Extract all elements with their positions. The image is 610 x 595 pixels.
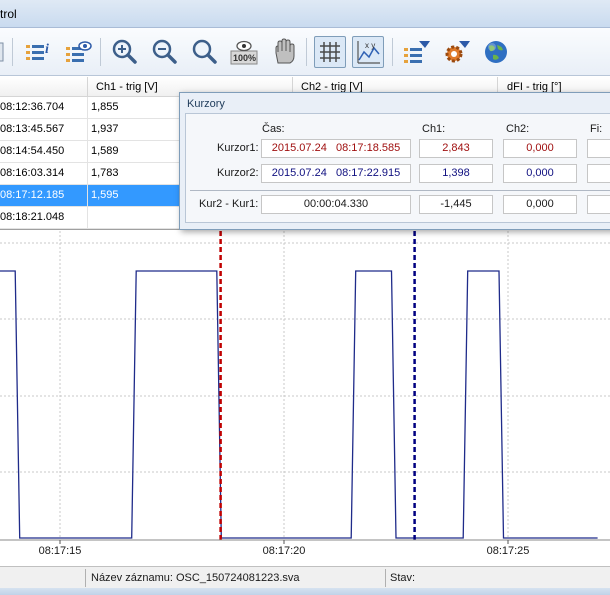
- globe-icon: [485, 41, 507, 63]
- diff-time-field: 00:00:04.330: [261, 195, 411, 214]
- kurzor2-time-field: 2015.07.24 08:17:22.915: [261, 164, 411, 183]
- window-bottom-edge: [0, 588, 610, 595]
- toolbar-separator: [392, 38, 393, 66]
- list-info-icon: i: [26, 42, 49, 60]
- globe-button[interactable]: [480, 36, 512, 68]
- zoom-in-icon: [112, 39, 137, 64]
- cell-ch1: 1,855: [91, 101, 119, 113]
- xy-chart-icon: x y: [357, 41, 380, 64]
- zoom-100-icon: 100%: [230, 40, 258, 65]
- cell-time: 08:13:45.567: [0, 123, 65, 135]
- kurzor1-ch2-field: 0,000: [503, 139, 577, 158]
- application-window: trol i 100% x y Ch1 - trig [V] Ch2 - tri…: [0, 0, 610, 595]
- status-bar: Název záznamu: OSC_150724081223.sva Stav…: [0, 566, 610, 588]
- cursors-dialog: Kurzory Čas: Ch1: Ch2: Fi: Kurzor1: 2015…: [179, 92, 610, 230]
- kurzor2-ch2-field: 0,000: [503, 164, 577, 183]
- kurzor2-time: 08:17:22.915: [336, 167, 401, 179]
- chart-plot[interactable]: 08:17:15 08:17:20 08:17:25: [0, 231, 610, 564]
- kurzor1-fi-field: [587, 139, 610, 158]
- header-fi: Fi:: [590, 123, 603, 135]
- grid-toggle-button[interactable]: [314, 36, 346, 68]
- cell-time: 08:18:21.048: [0, 211, 65, 223]
- list-view-button[interactable]: [62, 36, 94, 68]
- zoom-100-button[interactable]: 100%: [228, 36, 260, 68]
- cell-time: 08:14:54.450: [0, 145, 65, 157]
- cursors-panel: Čas: Ch1: Ch2: Fi: Kurzor1: 2015.07.24 0…: [185, 113, 610, 223]
- status-record-name: Název záznamu: OSC_150724081223.sva: [91, 572, 300, 584]
- settings-gear-icon: [445, 41, 470, 63]
- list-filter-button[interactable]: [400, 36, 432, 68]
- list-info-button[interactable]: i: [22, 36, 54, 68]
- toolbar-separator: [12, 38, 13, 66]
- cell-time: 08:16:03.314: [0, 167, 65, 179]
- title-bar: trol: [0, 0, 610, 28]
- list-view-icon: [66, 41, 92, 62]
- xy-chart-button[interactable]: x y: [352, 36, 384, 68]
- cell-ch1: 1,783: [91, 167, 119, 179]
- oscilloscope-chart[interactable]: 08:17:15 08:17:20 08:17:25: [0, 231, 610, 564]
- status-state: Stav:: [390, 572, 416, 584]
- grid-icon: [320, 42, 340, 62]
- kurzor2-date: 2015.07.24: [271, 167, 327, 179]
- kurzor2-label: Kurzor2:: [217, 167, 259, 179]
- column-divider: [87, 77, 88, 97]
- header-ch2: Ch2:: [506, 123, 530, 135]
- list-filter-icon: [404, 41, 430, 63]
- kurzor1-time-field: 2015.07.24 08:17:18.585: [261, 139, 411, 158]
- toolbar-separator: [306, 38, 307, 66]
- kurzor1-time: 08:17:18.585: [336, 142, 401, 154]
- diff-label: Kur2 - Kur1:: [199, 198, 259, 210]
- zoom-out-icon: [152, 39, 177, 64]
- cell-time: 08:12:36.704: [0, 101, 65, 113]
- kurzor2-ch1-field: 1,398: [419, 164, 493, 183]
- kurzor2-fi-field: [587, 164, 610, 183]
- diff-ch1-field: -1,445: [419, 195, 493, 214]
- toolbar: i 100% x y: [0, 28, 610, 76]
- zoom-in-button[interactable]: [108, 36, 140, 68]
- column-gridline: [87, 97, 88, 229]
- zoom-out-button[interactable]: [148, 36, 180, 68]
- header-time: Čas:: [262, 123, 285, 135]
- x-tick-label: 08:17:25: [487, 545, 530, 557]
- cell-ch1: 1,589: [91, 145, 119, 157]
- diff-ch2-field: 0,000: [503, 195, 577, 214]
- zoom-fit-button[interactable]: [188, 36, 220, 68]
- dialog-separator: [190, 190, 610, 191]
- toolbar-separator: [100, 38, 101, 66]
- x-tick-label: 08:17:15: [39, 545, 82, 557]
- kurzor1-date: 2015.07.24: [271, 142, 327, 154]
- kurzor1-label: Kurzor1:: [217, 142, 259, 154]
- header-ch1: Ch1:: [422, 123, 446, 135]
- pan-hand-icon: [275, 38, 295, 64]
- zoom-fit-icon: [192, 39, 217, 64]
- cell-ch1: 1,595: [91, 189, 119, 201]
- settings-button[interactable]: [440, 36, 472, 68]
- svg-text:100%: 100%: [233, 53, 256, 63]
- cell-time: 08:17:12.185: [0, 189, 65, 201]
- status-divider: [385, 569, 386, 587]
- toolbar-partial-button[interactable]: [0, 36, 10, 68]
- pan-hand-button[interactable]: [268, 36, 300, 68]
- status-divider: [85, 569, 86, 587]
- kurzor1-ch1-field: 2,843: [419, 139, 493, 158]
- svg-text:x y: x y: [365, 41, 375, 50]
- column-header-ch1[interactable]: Ch1 - trig [V]: [96, 81, 158, 93]
- window-title: trol: [0, 7, 17, 21]
- x-tick-label: 08:17:20: [263, 545, 306, 557]
- diff-fi-field: [587, 195, 610, 214]
- svg-text:i: i: [45, 42, 49, 57]
- dialog-title: Kurzory: [187, 98, 225, 110]
- cell-ch1: 1,937: [91, 123, 119, 135]
